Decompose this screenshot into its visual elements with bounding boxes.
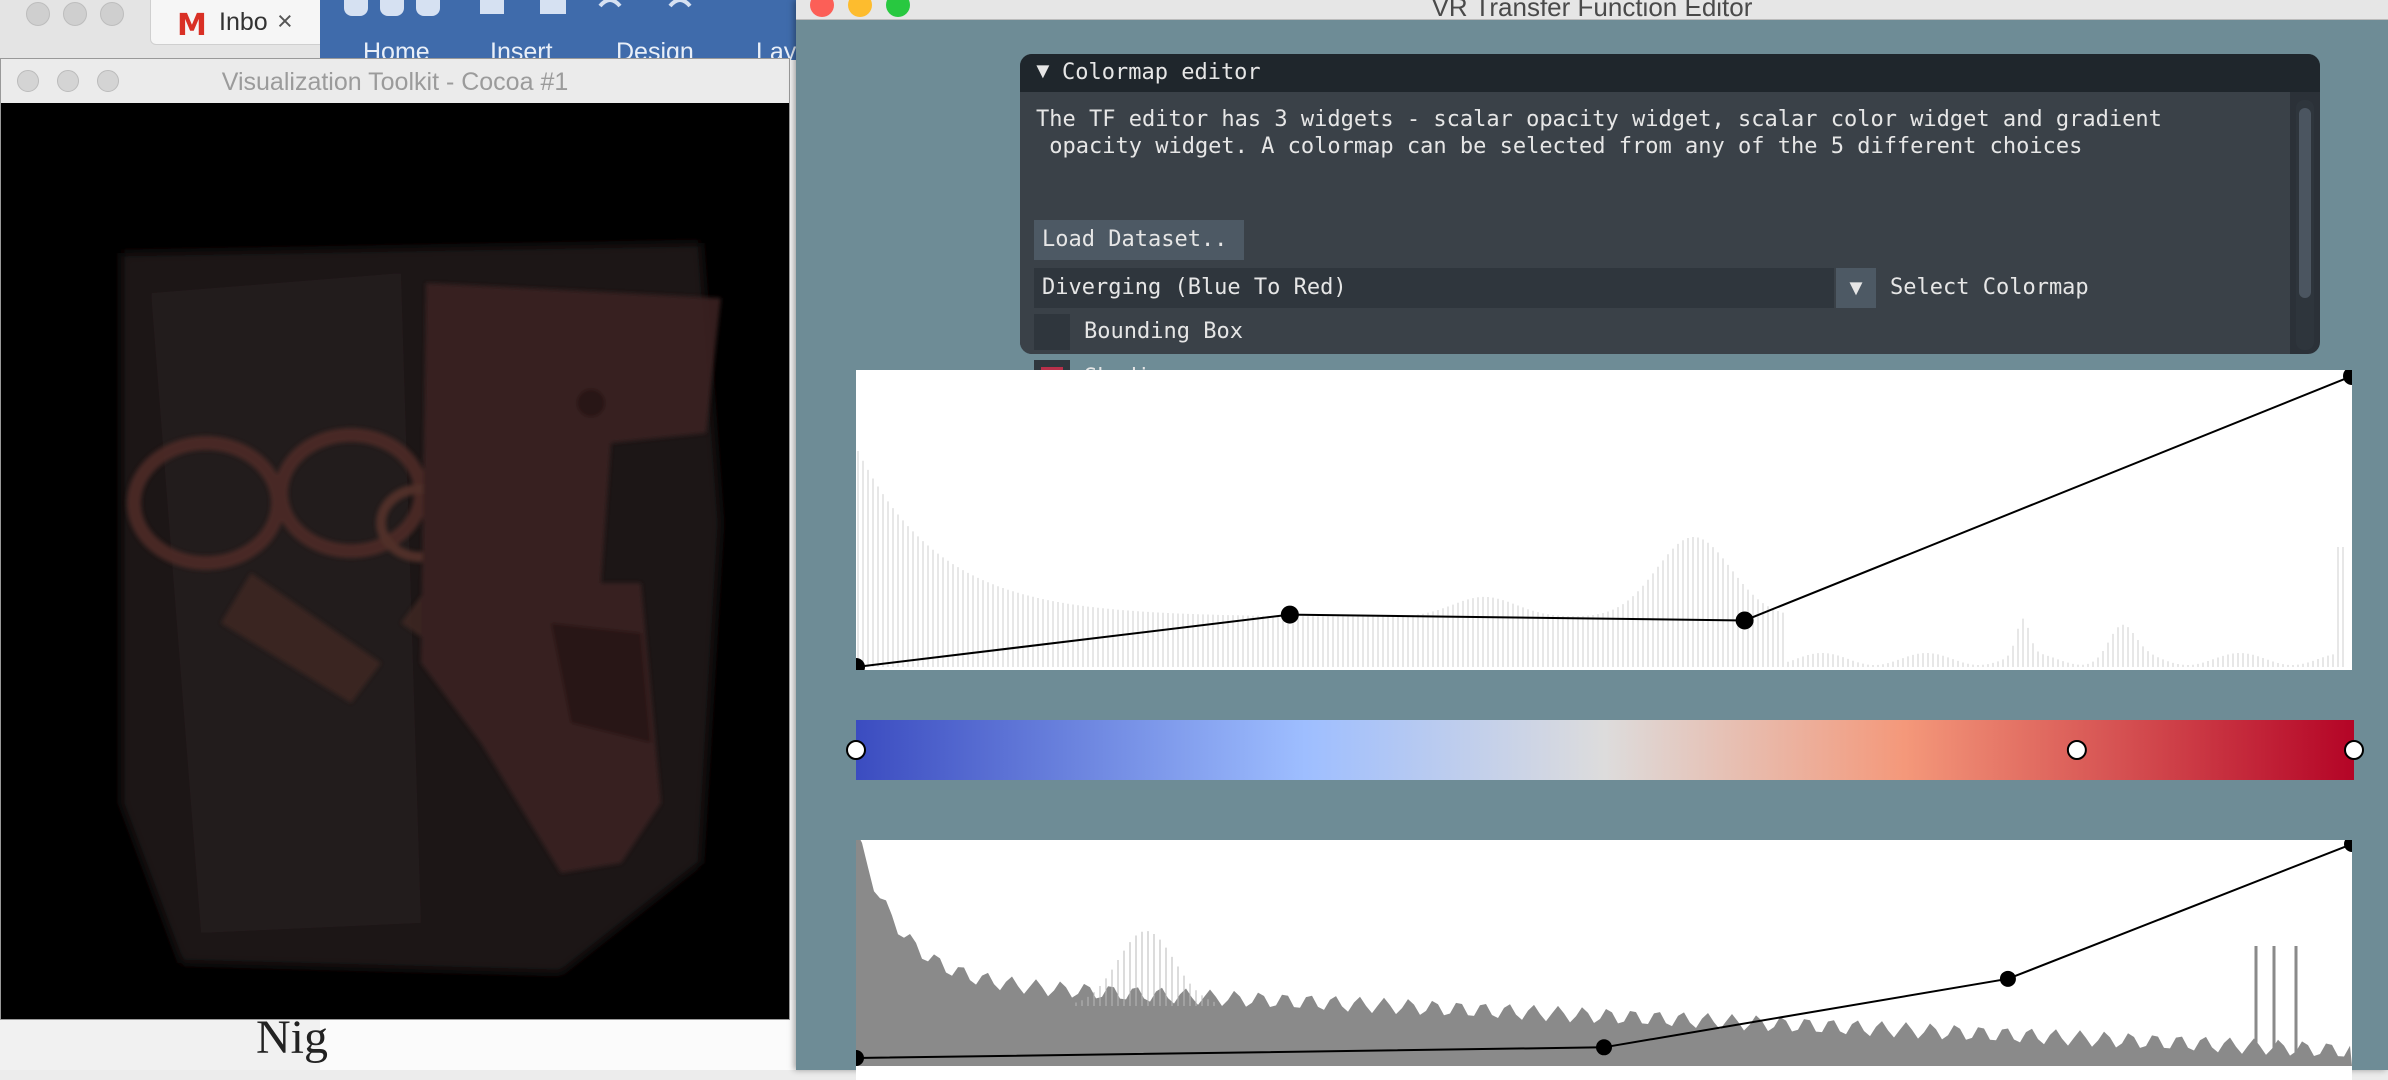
scalar-histogram [857, 451, 2344, 667]
browser-tab-title: Inbo [219, 8, 268, 36]
gradient-control-point[interactable] [1999, 970, 2016, 987]
panel-description: The TF editor has 3 widgets - scalar opa… [1036, 106, 2162, 160]
ribbon-control-2[interactable] [380, 0, 404, 16]
gradient-opacity-widget[interactable] [848, 831, 2360, 1080]
word-tab-layout[interactable]: Lay [756, 38, 796, 60]
panel-scrollbar[interactable] [2296, 100, 2314, 350]
scalar-opacity-plot[interactable] [847, 367, 2361, 676]
panel-body: The TF editor has 3 widgets - scalar opa… [1020, 92, 2290, 396]
vtk-titlebar[interactable]: Visualization Toolkit - Cocoa #1 [1, 59, 789, 104]
bounding-box-checkbox[interactable] [1034, 314, 1070, 350]
word-tab-home[interactable]: Home [363, 38, 430, 60]
description-line-1: The TF editor has 3 widgets - scalar opa… [1036, 107, 2162, 132]
gmail-icon: M [177, 8, 207, 43]
opacity-curve [855, 375, 2353, 668]
volume-rendering-image [121, 243, 721, 973]
color-control-point[interactable] [846, 740, 866, 760]
volume-render-view[interactable] [1, 103, 789, 1019]
collapse-arrow-icon[interactable]: ▼ [1032, 58, 1054, 84]
tf-titlebar[interactable]: VR Transfer Function Editor [796, 0, 2388, 22]
ribbon-control-3[interactable] [416, 0, 440, 16]
combo-dropdown-icon[interactable]: ▼ [1836, 268, 1876, 308]
color-control-point[interactable] [2066, 740, 2087, 760]
load-dataset-button[interactable]: Load Dataset.. [1034, 220, 1244, 260]
scalar-opacity-widget[interactable] [847, 367, 2361, 676]
undo-icon [598, 0, 622, 8]
scrollbar-thumb[interactable] [2299, 108, 2311, 298]
opacity-control-point[interactable] [847, 658, 865, 676]
gradient-control-point[interactable] [1596, 1039, 1612, 1056]
new-doc-icon [480, 0, 504, 14]
panel-header[interactable]: ▼ Colormap editor [1020, 54, 2320, 92]
vtk-render-window: Visualization Toolkit - Cocoa #1 [0, 58, 790, 1020]
tab-close-icon[interactable]: × [277, 6, 293, 37]
browser-close-dot[interactable] [26, 2, 50, 26]
description-line-2: opacity widget. A colormap can be select… [1036, 134, 2083, 159]
background-word-ribbon: Home Insert Design Lay [320, 0, 800, 60]
browser-zoom-dot[interactable] [100, 2, 124, 26]
save-icon [540, 0, 566, 14]
colormap-gradient-bar [856, 720, 2354, 780]
tf-editor-window: VR Transfer Function Editor ▼ Colormap e… [796, 0, 2388, 1080]
redo-icon [668, 0, 692, 8]
opacity-control-point[interactable] [2343, 367, 2361, 385]
gradient-histogram [856, 831, 2352, 1066]
gradient-control-point[interactable] [2344, 836, 2360, 852]
scalar-color-widget[interactable] [840, 705, 2370, 795]
colormap-editor-panel: ▼ Colormap editor The TF editor has 3 wi… [1020, 54, 2320, 396]
panel-title: Colormap editor [1062, 60, 1261, 85]
word-tab-design[interactable]: Design [616, 38, 694, 60]
browser-tab-gmail[interactable]: M Inbo × [150, 0, 347, 45]
background-browser-window: M Inbo × [0, 0, 347, 60]
color-control-point[interactable] [2344, 740, 2364, 760]
bounding-box-label: Bounding Box [1084, 319, 1243, 344]
ribbon-control-1[interactable] [344, 0, 368, 16]
select-colormap-label: Select Colormap [1890, 275, 2089, 300]
tf-window-title: VR Transfer Function Editor [1431, 0, 1753, 22]
word-tab-insert[interactable]: Insert [490, 38, 553, 60]
opacity-control-point[interactable] [1735, 611, 1754, 630]
browser-minimize-dot[interactable] [63, 2, 87, 26]
opacity-control-point[interactable] [1280, 605, 1299, 624]
vtk-window-title: Visualization Toolkit - Cocoa #1 [221, 68, 569, 96]
ribbon-toolbar-icons [480, 0, 692, 14]
gradient-opacity-plot[interactable] [848, 831, 2360, 1070]
colormap-combo[interactable]: Diverging (Blue To Red) [1034, 268, 1834, 308]
